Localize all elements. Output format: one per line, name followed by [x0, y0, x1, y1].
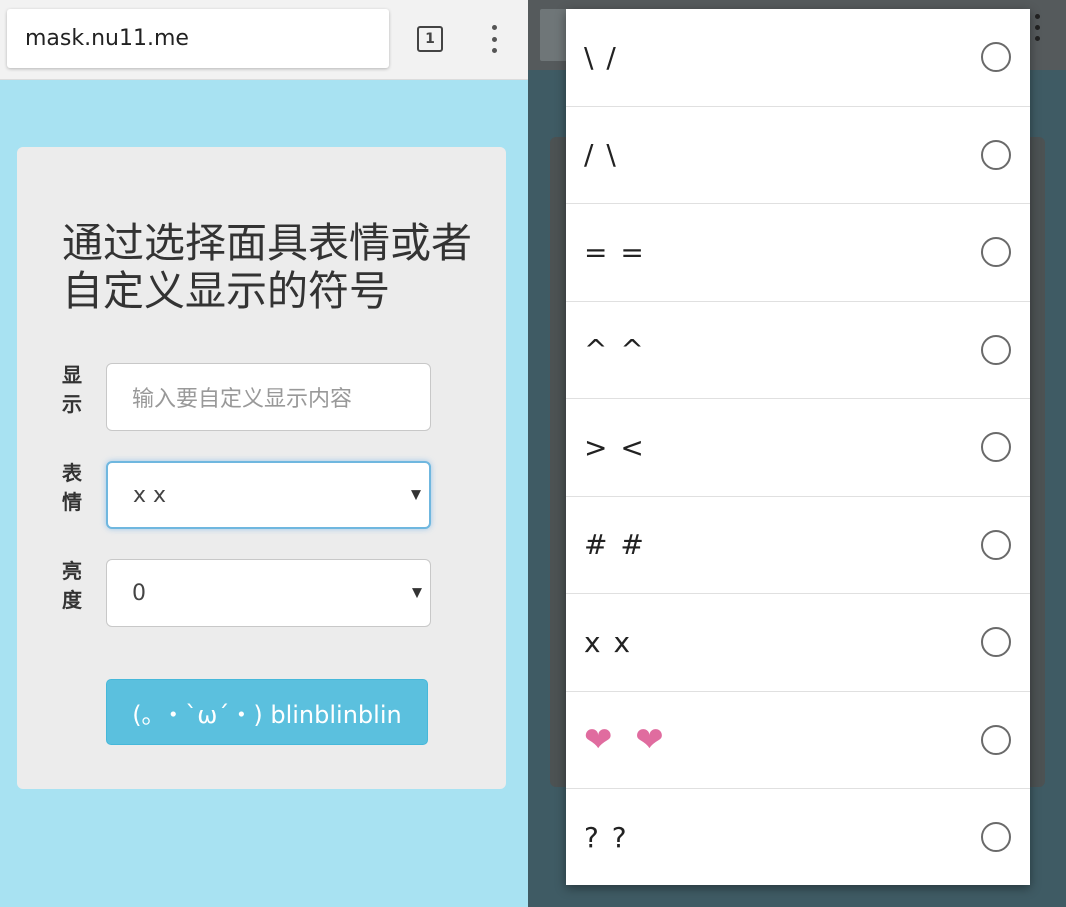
- dimmed-menu-icon: [1035, 14, 1040, 41]
- option-item[interactable]: ^ ^: [566, 302, 1030, 399]
- option-item[interactable]: ❤ ❤: [566, 692, 1030, 789]
- radio-button-icon[interactable]: [981, 529, 1011, 560]
- expression-label: 表情: [62, 461, 82, 514]
- brightness-select-value: 0: [132, 580, 146, 606]
- browser-toolbar: mask.nu11.me 1: [0, 0, 528, 80]
- form-card: 通过选择面具表情或者自定义显示的符号 显示 输入要自定义显示内容 表情 x x …: [17, 147, 506, 789]
- radio-button-icon[interactable]: [981, 432, 1011, 463]
- option-item[interactable]: # #: [566, 497, 1030, 594]
- tab-count-text: 1: [425, 31, 435, 47]
- brightness-label: 亮度: [62, 559, 82, 612]
- radio-button-icon[interactable]: [981, 334, 1011, 365]
- brightness-select[interactable]: 0 ▼: [106, 559, 431, 627]
- caret-down-icon: ▼: [412, 585, 422, 601]
- radio-button-icon[interactable]: [981, 42, 1011, 73]
- address-bar-text: mask.nu11.me: [25, 26, 189, 51]
- blinblin-button-label: (｡ ・`ω´・) blinblinblin: [132, 700, 402, 729]
- display-input[interactable]: 输入要自定义显示内容: [106, 363, 431, 431]
- address-bar[interactable]: mask.nu11.me: [7, 9, 389, 68]
- option-label: / \: [584, 138, 618, 172]
- option-label: # #: [584, 528, 646, 562]
- option-label: > <: [584, 430, 646, 464]
- blinblin-button[interactable]: (｡ ・`ω´・) blinblinblin: [106, 679, 428, 745]
- expression-select[interactable]: x x ▼: [106, 461, 431, 529]
- display-label: 显示: [62, 363, 82, 416]
- option-label: x x: [584, 625, 633, 659]
- display-input-placeholder: 输入要自定义显示内容: [132, 387, 353, 412]
- overflow-menu-icon[interactable]: [484, 22, 504, 56]
- option-item[interactable]: x x: [566, 594, 1030, 692]
- option-item[interactable]: = =: [566, 204, 1030, 302]
- heart-icon: ❤ ❤: [584, 719, 670, 760]
- expression-options-list: \ / / \ = = ^ ^ > < # # x x ❤ ❤ ? ?: [566, 9, 1030, 885]
- radio-button-icon[interactable]: [981, 237, 1011, 268]
- option-item[interactable]: / \: [566, 107, 1030, 204]
- option-label: = =: [584, 235, 646, 269]
- radio-button-icon[interactable]: [981, 139, 1011, 170]
- option-item[interactable]: \ /: [566, 9, 1030, 107]
- option-item[interactable]: > <: [566, 399, 1030, 497]
- left-panel: mask.nu11.me 1 通过选择面具表情或者自定义显示的符号 显示 输入要…: [0, 0, 528, 907]
- option-label: ? ?: [584, 820, 629, 854]
- caret-down-icon: ▼: [411, 487, 421, 503]
- tab-switcher-icon[interactable]: 1: [417, 26, 443, 52]
- option-label: ^ ^: [584, 333, 646, 367]
- expression-select-value: x x: [133, 482, 167, 508]
- option-label: \ /: [584, 40, 618, 74]
- radio-button-icon[interactable]: [981, 627, 1011, 658]
- radio-button-icon[interactable]: [981, 724, 1011, 755]
- radio-button-icon[interactable]: [981, 822, 1011, 853]
- page-title: 通过选择面具表情或者自定义显示的符号: [62, 219, 472, 315]
- option-item[interactable]: ? ?: [566, 789, 1030, 885]
